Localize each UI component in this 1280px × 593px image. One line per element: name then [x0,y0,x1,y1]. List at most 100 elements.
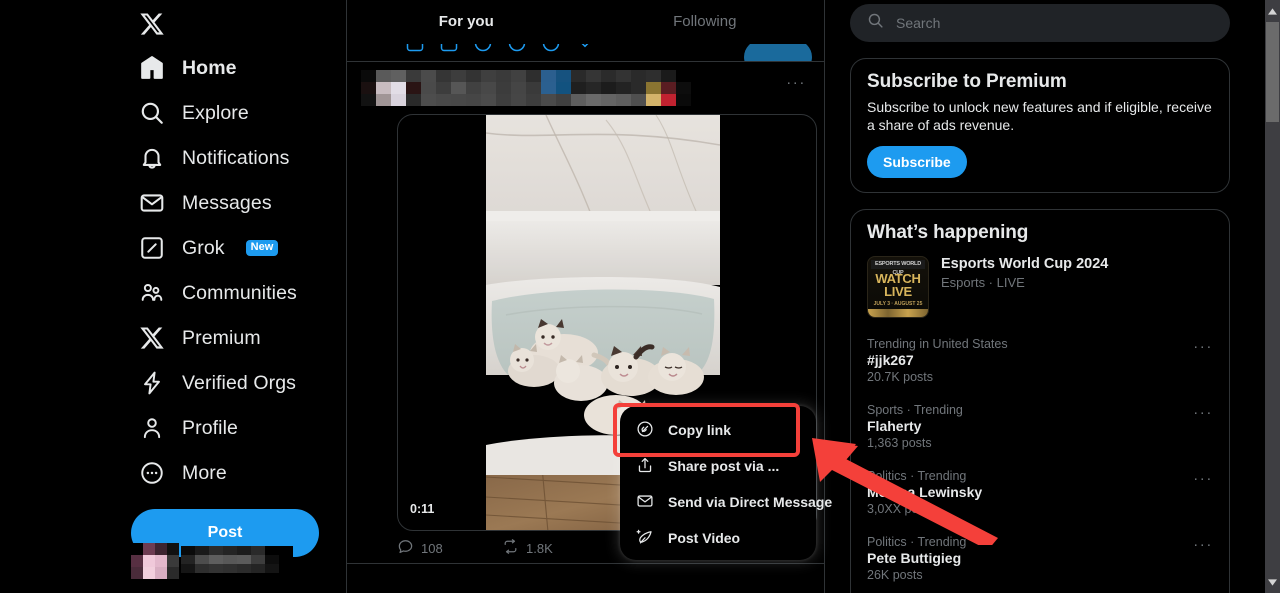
sidebar-item-messages[interactable]: Messages [131,183,284,223]
repost-icon [502,538,519,558]
page-scrollbar[interactable] [1265,0,1280,593]
event-subtitle: Esports · LIVE [941,275,1025,291]
scroll-up-arrow-icon[interactable] [1265,3,1280,19]
x-home-page: Home Explore Notifications Messages Grok… [0,0,1280,593]
premium-card-description: Subscribe to unlock new features and if … [867,99,1212,134]
trend-count: 3,0XX posts [867,502,935,517]
comment-icon [397,538,414,558]
gif-icon[interactable] [439,44,459,53]
bell-icon [139,145,165,171]
location-icon[interactable] [575,44,595,53]
trend-item[interactable]: Politics · Trending Monica Lewinsky 3,0X… [851,460,1229,526]
trend-category: Politics · Trending [867,535,967,550]
search-icon [867,12,884,34]
sidebar-item-label: Communities [182,281,297,304]
sidebar-item-label: Messages [182,191,272,214]
person-icon [139,415,165,441]
scroll-down-arrow-icon[interactable] [1265,574,1280,590]
grok-icon [139,235,165,261]
trend-item[interactable]: Sports · Trending Flaherty 1,363 posts ·… [851,394,1229,460]
sidebar-item-grok[interactable]: Grok New [131,228,290,268]
x-logo-icon [139,325,165,351]
tab-for-you[interactable]: For you [347,0,586,44]
grok-new-badge: New [245,239,279,257]
tab-label: Following [673,13,737,30]
sidebar-item-label: Profile [182,416,238,439]
timeline-tabs: For you Following [347,0,824,44]
post-more-icon[interactable]: ··· [786,75,806,90]
repost-count: 1.8K [526,540,553,556]
sidebar-item-label: Home [182,56,237,79]
sidebar-item-verified-orgs[interactable]: Verified Orgs [131,363,308,403]
tab-following[interactable]: Following [586,0,825,44]
media-icon[interactable] [405,44,425,53]
menu-item-label: Send via Direct Message [668,494,833,510]
page-right-gutter [1254,0,1265,593]
next-post-preview[interactable]: Yoda4ever · 15h ··· [347,564,824,593]
reply-count: 108 [421,540,443,556]
home-icon [139,55,165,81]
menu-item-share-post-via[interactable]: Share post via ... [620,448,816,484]
trend-category: Sports · Trending [867,403,963,418]
menu-item-label: Post Video [668,530,741,546]
account-switcher[interactable]: ··· [131,536,331,584]
sidebar-item-label: Grok [182,236,225,259]
account-name-redacted [181,545,293,573]
trend-name: #jjk267 [867,352,914,369]
x-logo-icon[interactable] [131,0,191,48]
sidebar-item-communities[interactable]: Communities [131,273,309,313]
lightning-icon [139,370,165,396]
composer-toolbar-partial [347,44,824,62]
menu-item-copy-link[interactable]: Copy link [620,412,816,448]
share-context-menu: Copy link Share post via ... Send via Di… [620,406,832,560]
trend-category: Trending in United States [867,337,1008,352]
trend-item[interactable]: Trending in United States #jjk267 20.7K … [851,328,1229,394]
menu-item-label: Copy link [668,422,732,438]
search-bar[interactable] [850,4,1230,42]
trend-count: 20.7K posts [867,370,934,385]
trend-more-icon[interactable]: ··· [1193,471,1213,486]
whats-happening-card: What’s happening ESPORTS WORLD CUP WATCH… [850,209,1230,593]
envelope-icon [139,190,165,216]
sidebar-item-label: Premium [182,326,261,349]
trend-count: 1,363 posts [867,436,932,451]
sidebar-item-explore[interactable]: Explore [131,93,261,133]
sidebar-nav: Home Explore Notifications Messages Grok… [131,0,347,557]
reply-button[interactable]: 108 [397,538,502,558]
post-author-header: ··· [347,62,824,108]
sidebar-item-premium[interactable]: Premium [131,318,273,358]
scrollbar-thumb[interactable] [1266,22,1279,122]
trend-more-icon[interactable]: ··· [1193,537,1213,552]
composer-post-button[interactable] [744,44,812,61]
sidebar-item-home[interactable]: Home [131,48,249,88]
sidebar-item-label: More [182,461,227,484]
menu-item-post-video[interactable]: Post Video [620,520,816,556]
menu-item-send-via-dm[interactable]: Send via Direct Message [620,484,832,520]
trend-name: Flaherty [867,418,922,435]
more-circle-icon [139,460,165,486]
premium-card-title: Subscribe to Premium [867,71,1067,92]
trend-count: 26K posts [867,568,923,583]
avatar [131,543,179,579]
schedule-icon[interactable] [541,44,561,53]
trend-item[interactable]: Politics · Trending Pete Buttigieg 26K p… [851,526,1229,592]
sidebar-item-label: Verified Orgs [182,371,297,394]
emoji-icon[interactable] [507,44,527,53]
trend-name: Pete Buttigieg [867,550,962,567]
right-sidebar: Subscribe to Premium Subscribe to unlock… [826,0,1254,593]
event-thumbnail: ESPORTS WORLD CUP WATCH LIVE JULY 3 · AU… [867,256,929,319]
menu-item-label: Share post via ... [668,458,780,474]
poll-icon[interactable] [473,44,493,53]
trend-more-icon[interactable]: ··· [1193,405,1213,420]
sidebar-item-notifications[interactable]: Notifications [131,138,302,178]
envelope-icon [636,492,654,513]
whats-happening-title: What’s happening [867,222,1029,244]
quill-plus-icon [636,528,654,549]
search-input[interactable] [896,15,1213,31]
subscribe-button[interactable]: Subscribe [867,146,967,179]
trend-more-icon[interactable]: ··· [1193,339,1213,354]
sidebar-item-profile[interactable]: Profile [131,408,250,448]
trending-event[interactable]: ESPORTS WORLD CUP WATCH LIVE JULY 3 · AU… [851,244,1229,328]
primary-sidebar: Home Explore Notifications Messages Grok… [0,0,347,593]
sidebar-item-more[interactable]: More [131,453,239,493]
